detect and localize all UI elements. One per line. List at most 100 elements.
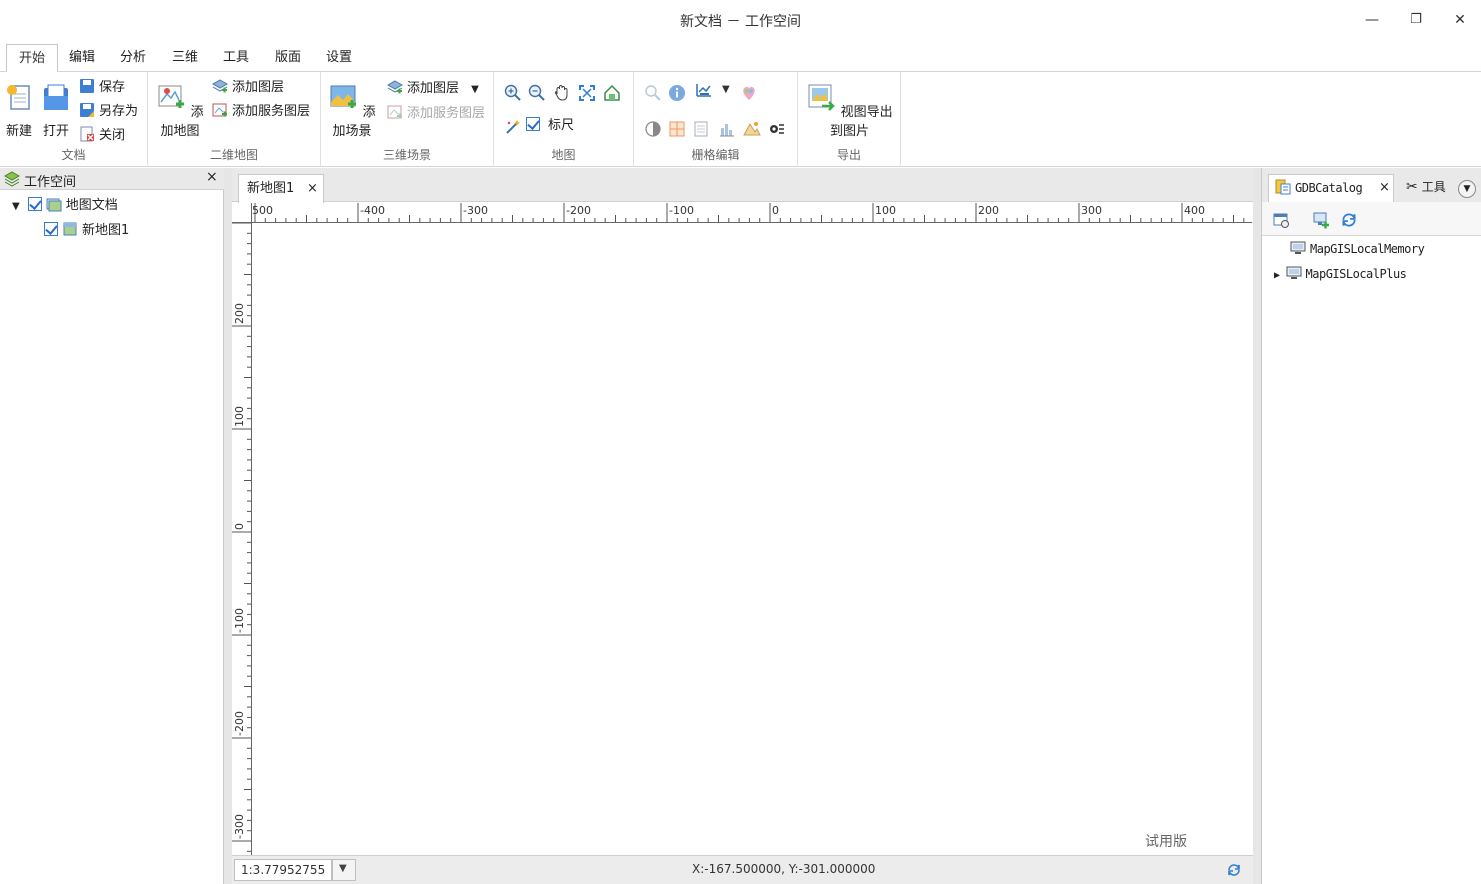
map2d-group-label: 二维地图 [209, 148, 258, 162]
add-layer-3d-icon [387, 80, 403, 94]
h-ruler-label: 300 [1081, 204, 1102, 217]
refresh-catalog-icon[interactable] [1340, 211, 1358, 229]
scale-dropdown-button[interactable]: ▼ [332, 859, 356, 881]
expand-arrow-icon[interactable]: ▼ [12, 201, 20, 212]
table-icon[interactable] [693, 120, 711, 138]
tab-layout[interactable]: 版面 [263, 44, 313, 72]
map-document-checkbox[interactable] [27, 197, 42, 211]
ruler-corner [232, 203, 252, 223]
left-splitter[interactable] [224, 168, 232, 884]
raster-settings-icon[interactable] [767, 120, 785, 138]
scale-input[interactable]: 1:3.77952755 [234, 859, 332, 881]
tab-start[interactable]: 开始 [6, 44, 59, 72]
color-palette-icon[interactable] [740, 84, 758, 102]
panel-menu-dropdown-icon[interactable]: ▼ [1458, 180, 1476, 198]
add-layer-2d-button[interactable]: 添加图层 [212, 78, 284, 98]
save-label: 保存 [99, 80, 126, 95]
open-icon [44, 84, 68, 110]
tab-tools-panel[interactable]: ✂ 工具 [1400, 174, 1460, 202]
tab-analysis[interactable]: 分析 [108, 44, 158, 72]
map-group-label: 地图 [551, 148, 576, 162]
new-map-checkbox[interactable] [44, 222, 58, 236]
pan-hand-icon[interactable] [553, 84, 571, 102]
grid-icon[interactable] [668, 120, 686, 138]
catalog-tab-close-button[interactable]: × [1379, 175, 1390, 201]
add-service-layer-3d-button[interactable]: 添加服务图层 [387, 104, 485, 124]
map-document-icon [46, 198, 62, 212]
add-map-button[interactable]: 添加地图 [150, 82, 210, 139]
raster-layers-dropdown-icon[interactable]: ▼ [722, 84, 730, 95]
h-ruler-label: 500 [252, 204, 273, 217]
add-service-layer-3d-label: 添加服务图层 [407, 106, 486, 121]
document-tab-label: 新地图1 [247, 181, 295, 196]
add-scene-button[interactable]: 添加场景 [323, 82, 381, 139]
save-icon [80, 79, 94, 93]
refresh-icon[interactable] [1226, 862, 1242, 878]
tab-settings[interactable]: 设置 [314, 44, 364, 72]
ruler-checkbox[interactable] [526, 117, 540, 131]
expand-right-icon[interactable]: ▶ [1274, 270, 1280, 281]
connect-database-icon[interactable] [1272, 211, 1290, 229]
tab-tools[interactable]: 工具 [211, 44, 261, 72]
vertical-ruler: 3002001000-100-200-300 [232, 223, 252, 855]
document-group-label: 文档 [61, 148, 86, 162]
export-image-icon [808, 84, 836, 111]
contrast-icon[interactable] [644, 120, 662, 138]
info-icon[interactable] [668, 84, 686, 102]
close-document-button[interactable]: 关闭 [79, 126, 125, 146]
raster-query-icon[interactable] [644, 84, 662, 102]
open-button[interactable]: 打开 [40, 82, 72, 139]
full-extent-icon[interactable] [578, 84, 596, 102]
h-ruler-label: -400 [360, 204, 385, 217]
workspace-panel: 工作空间 × ▼ 地图文档 新地图1 [0, 168, 224, 884]
add-layer-3d-button[interactable]: 添加图层 ▼ [387, 79, 479, 99]
zoom-in-icon[interactable] [504, 84, 522, 102]
document-tab-bar: 新地图1 × [232, 168, 1253, 203]
document-tab[interactable]: 新地图1 × [238, 174, 324, 203]
h-ruler-label: -300 [463, 204, 488, 217]
export-group: 视图导出到图片 导出 [798, 72, 901, 167]
histogram-icon[interactable] [718, 120, 736, 138]
export-image-button[interactable]: 视图导出到图片 [800, 82, 899, 139]
document-tab-close-button[interactable]: × [307, 175, 318, 202]
terrain-icon[interactable] [743, 120, 761, 138]
tree-node-map-document[interactable]: ▼ 地图文档 [12, 196, 118, 216]
add-data-source-icon[interactable] [1312, 211, 1330, 229]
raster-layers-icon[interactable] [695, 82, 713, 100]
export-group-label: 导出 [836, 148, 861, 162]
right-splitter[interactable] [1253, 168, 1261, 884]
tab-gdbcatalog[interactable]: GDBCatalog × [1268, 174, 1394, 202]
tab-tools-label: 工具 [1421, 180, 1446, 194]
magic-tool-icon[interactable] [504, 118, 522, 136]
save-as-button[interactable]: 另存为 [79, 102, 138, 122]
restore-button[interactable]: ❐ [1401, 8, 1431, 32]
ribbon-tabs: 开始 编辑 分析 三维 工具 版面 设置 [0, 42, 1481, 72]
raster-group: ▼ 栅格编辑 [634, 72, 798, 167]
minimize-button[interactable]: — [1357, 8, 1387, 32]
zoom-out-icon[interactable] [528, 84, 546, 102]
map-canvas[interactable]: 试用版 [252, 223, 1253, 855]
catalog-item-local-plus[interactable]: ▶ MapGISLocalPlus [1274, 264, 1407, 284]
new-button[interactable]: 新建 [2, 82, 36, 139]
catalog-item-local-plus-label: MapGISLocalPlus [1305, 267, 1407, 281]
workspace-panel-close-button[interactable]: × [206, 169, 218, 185]
add-service-layer-2d-button[interactable]: 添加服务图层 [212, 102, 310, 122]
add-layer-3d-dropdown-icon[interactable]: ▼ [471, 84, 479, 95]
tab-edit[interactable]: 编辑 [57, 44, 107, 72]
map-document-label: 地图文档 [65, 198, 118, 213]
catalog-item-local-memory[interactable]: MapGISLocalMemory [1290, 239, 1425, 259]
close-window-button[interactable]: ✕ [1445, 8, 1475, 32]
workspace-icon [4, 171, 20, 187]
ruler-toggle[interactable]: 标尺 [526, 116, 574, 136]
close-document-icon [80, 126, 94, 142]
h-ruler-label: 400 [1184, 204, 1205, 217]
tools-icon: ✂ [1406, 179, 1418, 195]
coordinates-readout: X:-167.500000, Y:-301.000000 [692, 862, 876, 876]
export-image-label: 视图导出到图片 [829, 105, 893, 139]
chevron-down-icon: ▼ [339, 863, 347, 874]
tab-3d[interactable]: 三维 [160, 44, 210, 72]
reset-view-icon[interactable] [603, 84, 621, 102]
tree-node-new-map[interactable]: 新地图1 [44, 221, 129, 241]
save-button[interactable]: 保存 [79, 78, 125, 98]
new-label: 新建 [5, 124, 32, 139]
